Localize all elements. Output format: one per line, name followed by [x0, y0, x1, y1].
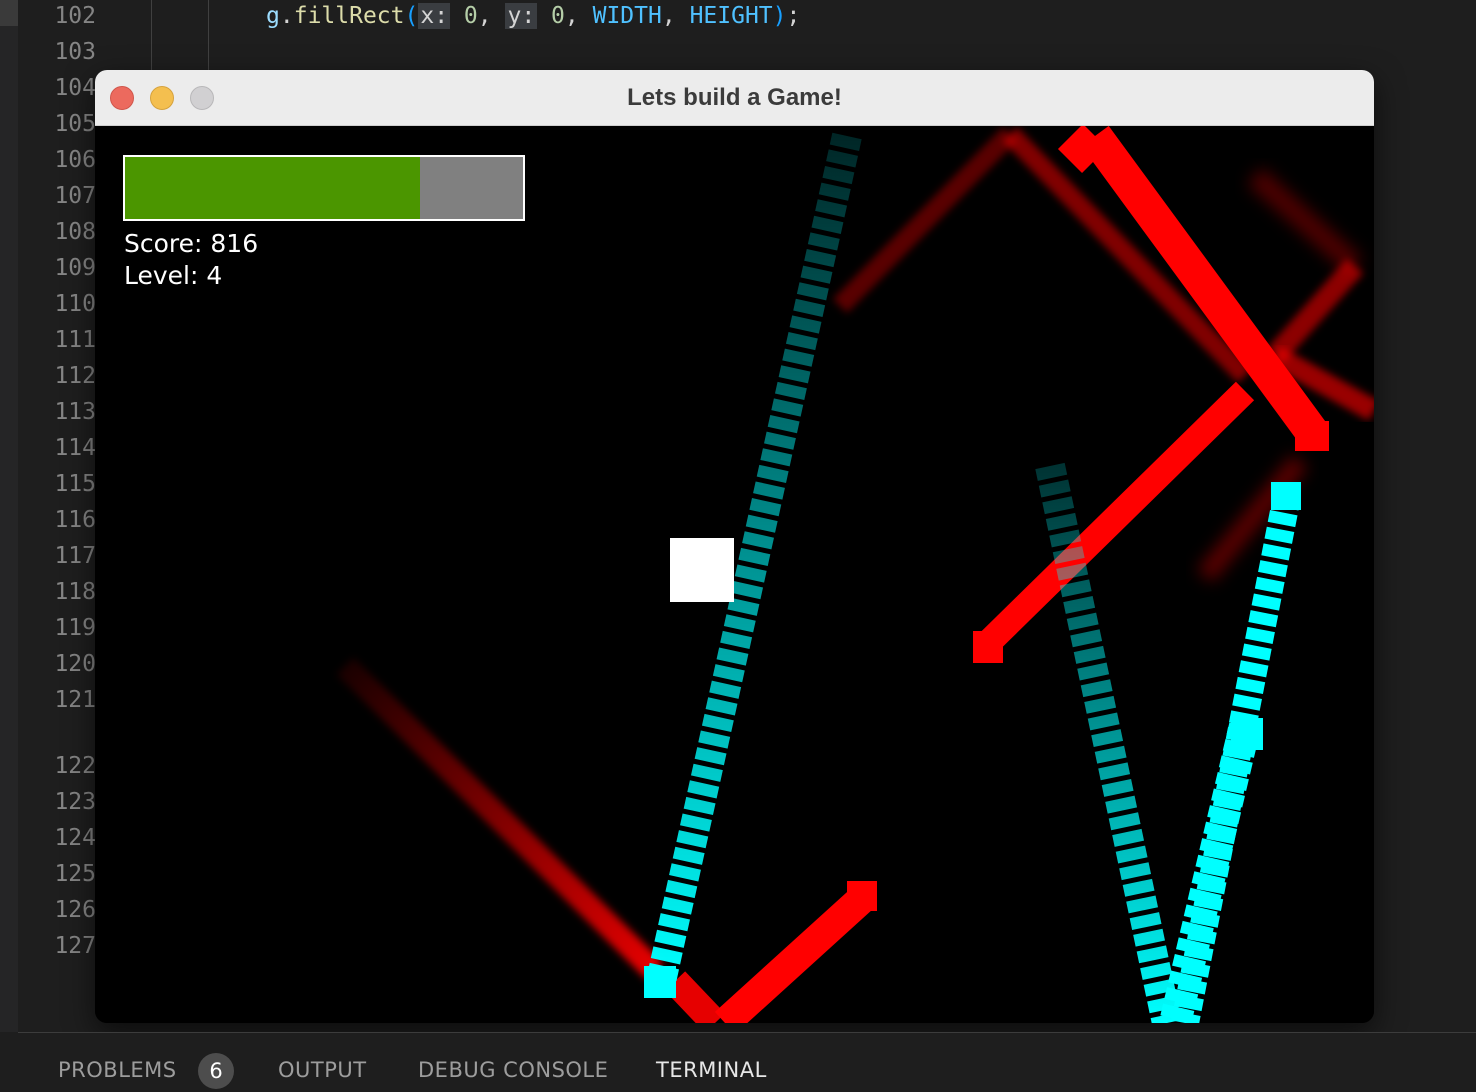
line-number: 113 — [54, 399, 96, 425]
line-number: 121 — [54, 687, 96, 713]
enemy-trail-red — [1081, 126, 1329, 447]
line-number: 104 — [54, 75, 96, 101]
enemy-fast — [1295, 421, 1329, 451]
game-canvas[interactable]: Score: 816 Level: 4 — [95, 126, 1374, 1023]
tab-output[interactable]: OUTPUT — [278, 1053, 367, 1087]
code-line-102[interactable]: g.fillRect(x: 0, y: 0, WIDTH, HEIGHT); — [266, 0, 800, 32]
line-number: 120 — [54, 651, 96, 677]
line-number: 111 — [54, 327, 96, 353]
line-number: 122 — [54, 753, 96, 779]
tab-terminal[interactable]: TERMINAL — [656, 1053, 767, 1087]
line-number: 102 — [54, 3, 96, 29]
inlay-hint-y: y: — [505, 3, 538, 29]
line-number: 118 — [54, 579, 96, 605]
game-window[interactable]: Lets build a Game! Score: 816 Level: 4 — [95, 70, 1374, 1023]
code-token-height: HEIGHT — [689, 3, 773, 29]
inlay-hint-x: x: — [418, 3, 451, 29]
enemy-trail-red — [832, 126, 1018, 314]
code-token-arg-y: 0 — [551, 3, 565, 29]
line-number: 123 — [54, 789, 96, 815]
enemy-basic — [1271, 482, 1301, 510]
enemy-trail-red — [336, 657, 664, 980]
code-token-close-paren: ) — [772, 3, 787, 29]
enemy-trail-cyan — [1159, 722, 1261, 1023]
line-number: 126 — [54, 897, 96, 923]
health-bar-fill — [125, 157, 420, 219]
line-number: 110 — [54, 291, 96, 317]
code-token-width: WIDTH — [592, 3, 662, 29]
code-token-arg-x: 0 — [463, 3, 478, 29]
code-token-separator: , — [564, 3, 593, 29]
tab-problems[interactable]: PROBLEMS — [58, 1053, 177, 1087]
enemy-basic — [1231, 718, 1263, 750]
line-number: 124 — [54, 825, 96, 851]
enemy-fast — [973, 631, 1003, 663]
window-titlebar[interactable]: Lets build a Game! — [95, 70, 1374, 126]
line-number: 114 — [54, 435, 96, 461]
line-number: 107 — [54, 183, 96, 209]
line-number: 115 — [54, 471, 96, 497]
activity-bar-indicator — [0, 0, 18, 26]
line-number: 109 — [54, 255, 96, 281]
problems-count-badge: 6 — [198, 1053, 234, 1089]
player — [670, 538, 734, 602]
enemy-trail-red — [664, 971, 726, 1023]
code-token-receiver: g — [266, 3, 280, 29]
line-number: 106 — [54, 147, 96, 173]
code-token-separator: , — [661, 3, 690, 29]
code-token-dot: . — [279, 3, 294, 29]
line-number: 119 — [54, 615, 96, 641]
line-number: 105 — [54, 111, 96, 137]
indent-guide — [151, 0, 152, 70]
enemy-trail-red — [1266, 258, 1364, 364]
line-number: 127 — [54, 933, 96, 959]
line-number: 125 — [54, 861, 96, 887]
line-number: 116 — [54, 507, 96, 533]
enemy-trail-red — [1247, 167, 1363, 275]
enemy-basic — [644, 966, 676, 998]
enemy-trail-red — [975, 381, 1255, 656]
line-number: 117 — [54, 543, 96, 569]
enemy-trail-cyan — [1035, 462, 1182, 1023]
enemy-trail-red — [714, 884, 876, 1023]
game-scene — [336, 126, 1374, 1023]
code-token-method: fillRect — [293, 3, 405, 29]
line-number: 112 — [54, 363, 96, 389]
line-number: 108 — [54, 219, 96, 245]
level-label: Level: 4 — [124, 261, 223, 290]
health-bar — [123, 155, 525, 221]
line-number: 103 — [54, 39, 96, 65]
code-token-semicolon: ; — [786, 3, 801, 29]
line-number-gutter: 102 103 104 105 106 107 108 109 110 111 … — [18, 0, 98, 1032]
code-token-open-paren: ( — [404, 3, 419, 29]
indent-guide — [208, 0, 209, 70]
tab-debug-console[interactable]: DEBUG CONSOLE — [418, 1053, 608, 1087]
enemy-fast — [847, 881, 877, 911]
score-label: Score: 816 — [124, 229, 259, 258]
activity-bar — [0, 0, 18, 1032]
code-token-separator: , — [477, 3, 506, 29]
bottom-panel: PROBLEMS 6 OUTPUT DEBUG CONSOLE TERMINAL — [18, 1032, 1476, 1092]
window-title: Lets build a Game! — [627, 84, 842, 111]
